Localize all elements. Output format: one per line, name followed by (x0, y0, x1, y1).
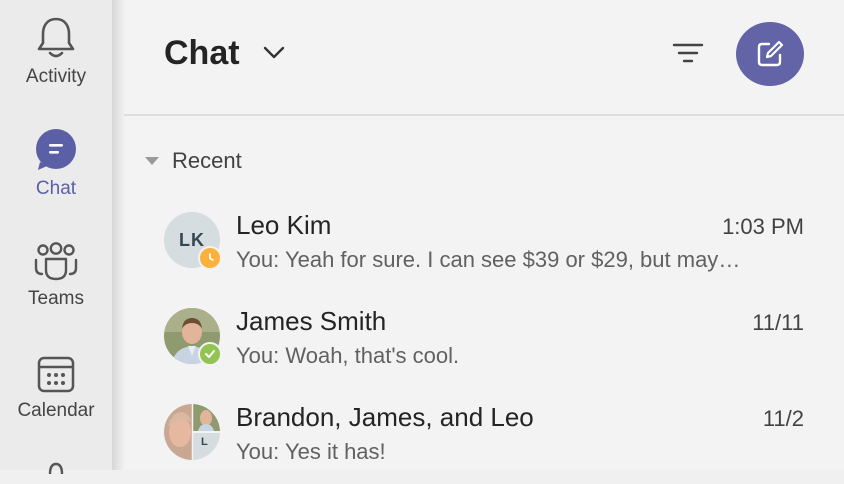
rail-label-calendar: Calendar (17, 400, 95, 421)
rail-shadow (112, 0, 124, 470)
clock-icon (209, 253, 214, 261)
rail-partial-icon (48, 462, 64, 474)
section-label-recent: Recent (172, 148, 242, 173)
chat-name: Leo Kim (236, 210, 332, 240)
rail-item-calendar[interactable]: Calendar (0, 354, 112, 422)
teams-icon (34, 242, 78, 281)
bell-icon (37, 17, 75, 58)
avatar-initials: LK (179, 229, 205, 250)
rail-label-teams: Teams (28, 288, 84, 309)
chat-header: Chat (124, 0, 844, 116)
rail-label-chat: Chat (35, 178, 77, 199)
chat-preview: You: Yes it has! (236, 439, 386, 464)
presence-available-badge (198, 342, 222, 366)
chat-timestamp: 11/2 (762, 406, 804, 431)
app-rail: Activity Chat Teams Calendar (0, 0, 112, 474)
page-title: Chat (164, 34, 240, 72)
group-photo (164, 404, 220, 460)
presence-away-badge (198, 246, 222, 270)
rail-item-activity[interactable]: Activity (0, 14, 112, 88)
chat-preview: You: Yeah for sure. I can see $39 or $29… (236, 247, 746, 272)
compose-icon (757, 40, 784, 67)
group-avatar-initial: L (201, 436, 208, 448)
chat-list-pane: Chat Recent LK Leo Kim 1:03 PM You: Yeah… (124, 0, 844, 470)
chat-name: James Smith (236, 306, 387, 336)
chat-timestamp: 1:03 PM (722, 214, 804, 239)
recent-section-toggle[interactable]: Recent (144, 148, 242, 174)
calendar-icon (37, 356, 75, 393)
chat-preview: You: Woah, that's cool. (236, 343, 460, 368)
filter-icon[interactable] (672, 40, 704, 68)
rail-item-chat[interactable]: Chat (0, 128, 112, 200)
chat-timestamp: 11/11 (752, 310, 804, 335)
chat-list-item[interactable]: LK Leo Kim 1:03 PM You: Yeah for sure. I… (124, 196, 844, 292)
new-chat-button[interactable] (736, 22, 804, 86)
group-avatar: L (164, 404, 220, 460)
caret-down-icon (145, 157, 159, 165)
rail-item-teams[interactable]: Teams (0, 242, 112, 310)
chat-icon (36, 129, 76, 170)
checkmark-icon (205, 350, 215, 358)
chat-name: Brandon, James, and Leo (236, 402, 534, 432)
chevron-down-icon[interactable] (262, 44, 286, 60)
chat-list-item[interactable]: James Smith 11/11 You: Woah, that's cool… (124, 292, 844, 388)
rail-label-activity: Activity (25, 66, 87, 87)
rail-item-more[interactable] (0, 460, 112, 474)
